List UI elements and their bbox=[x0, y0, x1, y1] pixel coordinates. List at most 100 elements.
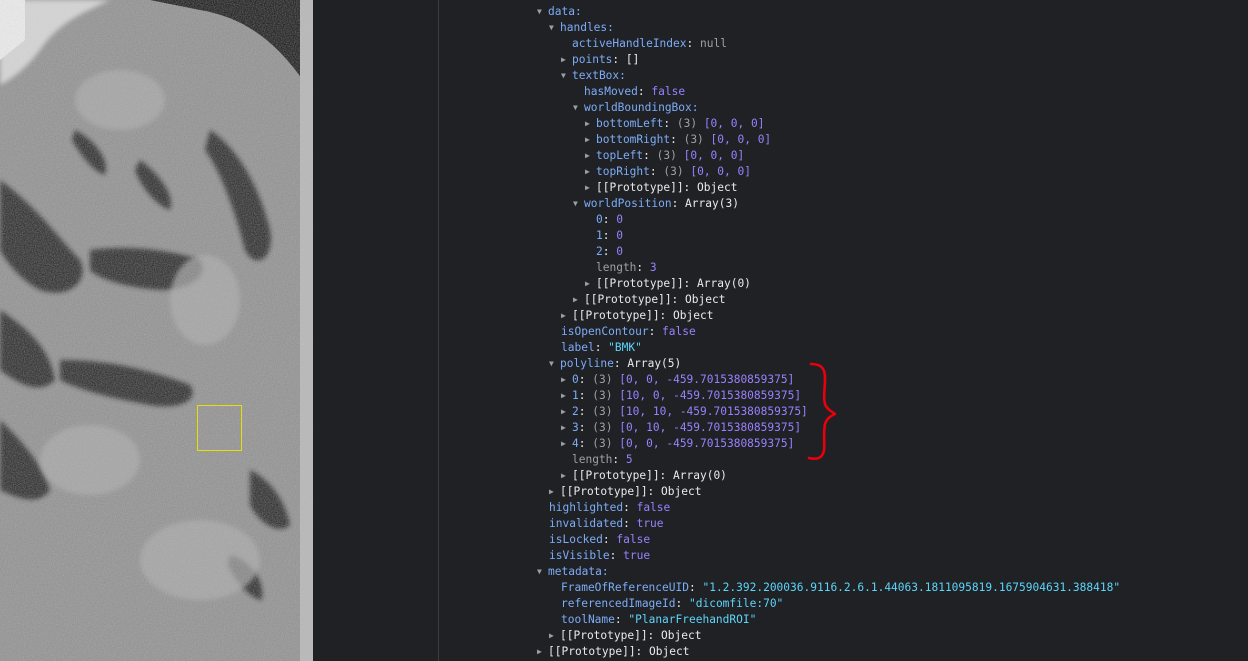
tree-node-polyline-2[interactable]: ▶ 2: (3) [10, 10, -459.7015380859375] bbox=[561, 404, 808, 420]
prop-value: [0, 0, -459.7015380859375] bbox=[619, 373, 795, 386]
tree-node-prototype[interactable]: ▶ [[Prototype]]: Object bbox=[549, 628, 701, 644]
collapsed-triangle-icon[interactable]: ▶ bbox=[585, 180, 596, 196]
collapsed-triangle-icon[interactable]: ▶ bbox=[573, 292, 584, 308]
collapsed-triangle-icon[interactable]: ▶ bbox=[561, 404, 572, 420]
array-length: (3) bbox=[592, 373, 613, 386]
tree-node-topLeft[interactable]: ▶ topLeft: (3) [0, 0, 0] bbox=[585, 148, 744, 164]
array-length: (3) bbox=[592, 389, 613, 402]
tree-prop-label[interactable]: label: "BMK" bbox=[561, 340, 642, 356]
expanded-triangle-icon[interactable]: ▼ bbox=[561, 68, 572, 84]
prop-value: 0 bbox=[616, 213, 623, 226]
tree-prop-wp-0[interactable]: 0: 0 bbox=[596, 212, 623, 228]
tree-node-bottomLeft[interactable]: ▶ bottomLeft: (3) [0, 0, 0] bbox=[585, 116, 764, 132]
collapsed-triangle-icon[interactable]: ▶ bbox=[561, 52, 572, 68]
collapsed-triangle-icon[interactable]: ▶ bbox=[549, 484, 560, 500]
prop-key: isVisible bbox=[549, 549, 610, 562]
prop-key: bottomLeft bbox=[596, 117, 664, 130]
collapsed-triangle-icon[interactable]: ▶ bbox=[549, 628, 560, 644]
tree-prop-highlighted[interactable]: highlighted: false bbox=[549, 500, 670, 516]
prop-key: 0 bbox=[596, 213, 603, 226]
array-length: (3) bbox=[683, 133, 704, 146]
tree-node-bottomRight[interactable]: ▶ bottomRight: (3) [0, 0, 0] bbox=[585, 132, 771, 148]
collapsed-triangle-icon[interactable]: ▶ bbox=[561, 308, 572, 324]
tree-node-prototype[interactable]: ▶ [[Prototype]]: Object bbox=[573, 292, 725, 308]
prop-value: null bbox=[700, 37, 727, 50]
prop-value: false bbox=[616, 533, 651, 546]
collapsed-triangle-icon[interactable]: ▶ bbox=[561, 436, 572, 452]
prop-value: 0 bbox=[616, 245, 623, 258]
prop-key: label bbox=[561, 341, 595, 354]
tree-prop-FrameOfReferenceUID[interactable]: FrameOfReferenceUID: "1.2.392.200036.911… bbox=[561, 580, 1120, 596]
tree-prop-polyline-length[interactable]: length: 5 bbox=[572, 452, 633, 468]
array-length: (3) bbox=[656, 149, 677, 162]
collapsed-triangle-icon[interactable]: ▶ bbox=[585, 116, 596, 132]
prop-value: [0, 10, -459.7015380859375] bbox=[619, 421, 802, 434]
tree-node-topRight[interactable]: ▶ topRight: (3) [0, 0, 0] bbox=[585, 164, 751, 180]
tree-prop-isOpenContour[interactable]: isOpenContour: false bbox=[561, 324, 696, 340]
tree-prop-isLocked[interactable]: isLocked: false bbox=[549, 532, 650, 548]
tree-prop-wp-length[interactable]: length: 3 bbox=[596, 260, 657, 276]
tree-prop-invalidated[interactable]: invalidated: true bbox=[549, 516, 664, 532]
tree-node-textBox[interactable]: ▼ textBox: bbox=[561, 68, 626, 84]
collapsed-triangle-icon[interactable]: ▶ bbox=[585, 164, 596, 180]
tree-node-prototype[interactable]: ▶ [[Prototype]]: Object bbox=[549, 484, 701, 500]
prototype-label: [[Prototype]]: Object bbox=[584, 293, 726, 306]
expanded-triangle-icon[interactable]: ▼ bbox=[549, 356, 560, 372]
array-length: (3) bbox=[592, 405, 613, 418]
prop-key: 0 bbox=[572, 373, 579, 386]
tree-prop-hasMoved[interactable]: hasMoved: false bbox=[584, 84, 685, 100]
tree-node-points[interactable]: ▶ points: [] bbox=[561, 52, 639, 68]
tree-prop-activeHandleIndex[interactable]: activeHandleIndex: null bbox=[572, 36, 727, 52]
tree-node-prototype[interactable]: ▶ [[Prototype]]: Object bbox=[561, 308, 713, 324]
collapsed-triangle-icon[interactable]: ▶ bbox=[561, 372, 572, 388]
node-label: data: bbox=[548, 5, 582, 18]
tree-prop-referencedImageId[interactable]: referencedImageId: "dicomfile:70" bbox=[561, 596, 783, 612]
collapsed-triangle-icon[interactable]: ▶ bbox=[561, 388, 572, 404]
tree-prop-wp-1[interactable]: 1: 0 bbox=[596, 228, 623, 244]
tree-prop-isVisible[interactable]: isVisible: true bbox=[549, 548, 650, 564]
tree-prop-toolName[interactable]: toolName: "PlanarFreehandROI" bbox=[561, 612, 756, 628]
tree-node-prototype[interactable]: ▶ [[Prototype]]: Object bbox=[585, 180, 737, 196]
tree-node-prototype[interactable]: ▶ [[Prototype]]: Array(0) bbox=[585, 276, 751, 292]
tree-node-polyline-4[interactable]: ▶ 4: (3) [0, 0, -459.7015380859375] bbox=[561, 436, 794, 452]
prop-key: length bbox=[596, 261, 637, 274]
prop-value: "PlanarFreehandROI" bbox=[628, 613, 757, 626]
prototype-label: [[Prototype]]: Object bbox=[560, 485, 702, 498]
tree-node-handles[interactable]: ▼ handles: bbox=[549, 20, 614, 36]
prototype-label: [[Prototype]]: Object bbox=[560, 629, 702, 642]
tree-prop-wp-2[interactable]: 2: 0 bbox=[596, 244, 623, 260]
expanded-triangle-icon[interactable]: ▼ bbox=[537, 4, 548, 20]
prop-value: [0, 0, 0] bbox=[690, 165, 751, 178]
prop-value: false bbox=[636, 501, 671, 514]
tree-node-data[interactable]: ▼ data: bbox=[537, 4, 582, 20]
collapsed-triangle-icon[interactable]: ▶ bbox=[585, 132, 596, 148]
tree-node-polyline-3[interactable]: ▶ 3: (3) [0, 10, -459.7015380859375] bbox=[561, 420, 801, 436]
prop-key: FrameOfReferenceUID bbox=[561, 581, 689, 594]
prop-key: highlighted bbox=[549, 501, 624, 514]
expanded-triangle-icon[interactable]: ▼ bbox=[573, 196, 584, 212]
tree-node-worldPosition[interactable]: ▼ worldPosition: Array(3) bbox=[573, 196, 739, 212]
node-label: worldBoundingBox: bbox=[584, 101, 699, 114]
expanded-triangle-icon[interactable]: ▼ bbox=[573, 100, 584, 116]
tree-node-worldBoundingBox[interactable]: ▼ worldBoundingBox: bbox=[573, 100, 699, 116]
tree-node-metadata[interactable]: ▼ metadata: bbox=[537, 564, 609, 580]
prototype-label: [[Prototype]]: Array(0) bbox=[572, 469, 727, 482]
tree-node-polyline[interactable]: ▼ polyline: Array(5) bbox=[549, 356, 681, 372]
prop-value: [0, 0, -459.7015380859375] bbox=[619, 437, 795, 450]
collapsed-triangle-icon[interactable]: ▶ bbox=[561, 420, 572, 436]
collapsed-triangle-icon[interactable]: ▶ bbox=[585, 148, 596, 164]
collapsed-triangle-icon[interactable]: ▶ bbox=[537, 644, 548, 660]
prop-key: referencedImageId bbox=[561, 597, 676, 610]
tree-node-polyline-1[interactable]: ▶ 1: (3) [10, 0, -459.7015380859375] bbox=[561, 388, 801, 404]
expanded-triangle-icon[interactable]: ▼ bbox=[537, 564, 548, 580]
collapsed-triangle-icon[interactable]: ▶ bbox=[585, 276, 596, 292]
prop-key: bottomRight bbox=[596, 133, 671, 146]
tree-node-prototype[interactable]: ▶ [[Prototype]]: Array(0) bbox=[561, 468, 727, 484]
collapsed-triangle-icon[interactable]: ▶ bbox=[561, 468, 572, 484]
tree-node-polyline-0[interactable]: ▶ 0: (3) [0, 0, -459.7015380859375] bbox=[561, 372, 794, 388]
expanded-triangle-icon[interactable]: ▼ bbox=[549, 20, 560, 36]
prop-key: 4 bbox=[572, 437, 579, 450]
prop-key: isLocked bbox=[549, 533, 603, 546]
prop-key: worldPosition bbox=[584, 197, 672, 210]
tree-node-prototype[interactable]: ▶ [[Prototype]]: Object bbox=[537, 644, 689, 660]
